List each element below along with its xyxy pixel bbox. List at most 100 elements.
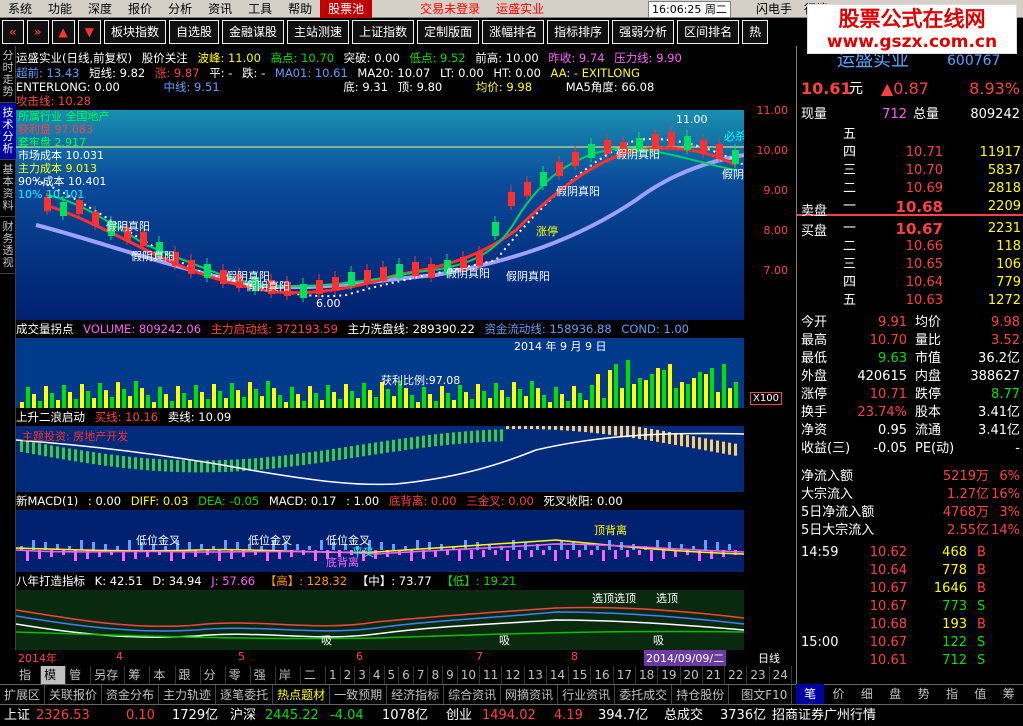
bottom-tab-10[interactable]: 岸边 [276,666,301,700]
strength-button[interactable]: 强弱分析 [612,20,675,44]
status-tab-8[interactable]: 综合资讯 [444,685,502,704]
right-tab-7[interactable]: 筹 [995,684,1023,704]
status-tab-0[interactable]: 扩展区 [0,685,46,704]
status-tab-4[interactable]: 逐笔委托 [216,685,274,704]
bottom-tab-4[interactable]: 筹码 [125,666,151,700]
bottom-tab-22[interactable]: 11 [480,666,503,684]
menu-depth[interactable]: 深度 [80,0,120,18]
price-change: ▲0.87 [881,79,929,98]
forward-double-button[interactable]: » [26,20,49,44]
hot-button[interactable]: 热 [742,20,769,44]
bottom-tab-35[interactable]: 24 [770,666,792,684]
bottom-tab-24[interactable]: 13 [525,666,547,684]
watch-label[interactable]: 股价关注 [142,51,188,65]
menu-function[interactable]: 功能 [40,0,80,18]
eight-chart[interactable]: 选顶选顶 选顶 吸 吸 吸 [16,590,744,650]
custom-layout-button[interactable]: 定制版面 [417,20,480,44]
menu-analysis[interactable]: 分析 [160,0,200,18]
macd-chart[interactable]: 低位金叉 低位金叉 低位金叉 顶背离 底背离 平叉 [16,510,744,572]
bottom-tab-34[interactable]: 23 [747,666,770,684]
status-tab-6[interactable]: 一致预期 [330,685,388,704]
right-tab-3[interactable]: 盘 [881,684,909,704]
bottom-tab-19[interactable]: 8 [428,666,444,684]
volume-scale-button[interactable]: X100 [750,392,782,405]
up-button[interactable]: ▲ [51,20,75,44]
period-day[interactable]: 日线 [758,650,780,666]
status-tab-5[interactable]: 热点题材 [273,685,331,704]
status-tab-9[interactable]: 网摘资讯 [501,685,559,704]
status-tab-12[interactable]: 持仓股份 [672,685,730,704]
bottom-tab-20[interactable]: 9 [443,666,458,684]
bottom-tab-17[interactable]: 6 [399,666,414,684]
status-tab-3[interactable]: 主力轨迹 [159,685,217,704]
bottom-tab-30[interactable]: 19 [658,666,681,684]
right-tab-2[interactable]: 细 [853,684,881,704]
speed-test-button[interactable]: 主站测速 [287,20,350,44]
bottom-tab-7[interactable]: 分布 [201,666,226,700]
back-double-button[interactable]: « [2,20,24,44]
bottom-tab-8[interactable]: 零轴 [226,666,251,700]
status-tab-7[interactable]: 经济指标 [387,685,445,704]
bottom-tab-21[interactable]: 10 [458,666,481,684]
bottom-tab-26[interactable]: 15 [569,666,592,684]
bottom-tab-0[interactable]: 指标 [16,666,42,700]
bottom-tab-12[interactable]: 1 [326,666,341,684]
tab-technical[interactable]: 技术分析 [0,103,16,160]
menu-news[interactable]: 资讯 [200,0,240,18]
bottom-tab-14[interactable]: 3 [355,666,370,684]
bottom-tab-5[interactable]: 本股 [150,666,176,700]
bottom-tab-9[interactable]: 强势 [251,666,276,700]
bottom-tab-15[interactable]: 4 [370,666,385,684]
right-tab-5[interactable]: 指 [938,684,966,704]
sh-index-button[interactable]: 上证指数 [352,20,415,44]
flash-trade-button[interactable]: 闪电手 [752,0,796,18]
bottom-tab-27[interactable]: 16 [591,666,614,684]
down-button[interactable]: ▼ [77,20,101,44]
status-tab-1[interactable]: 关联报价 [45,685,103,704]
finance-button[interactable]: 金融谋股 [222,20,285,44]
right-tab-6[interactable]: 值 [966,684,994,704]
bottom-tab-32[interactable]: 21 [703,666,726,684]
bottom-tab-23[interactable]: 12 [502,666,525,684]
bottom-tab-1[interactable]: 模板 [41,666,67,700]
price-chart[interactable]: 所属行业 全国地产 获利盘 97.083 套牢盘 2.917 市场成本 10.0… [16,110,744,320]
bottom-tab-2[interactable]: 管理 [66,666,92,700]
wave-chart[interactable]: 主题投资: 房地产开发 [16,426,744,492]
tab-basic-info[interactable]: 基本资料 [0,160,16,217]
bottom-tab-31[interactable]: 20 [681,666,703,684]
stat-value: 420615 [857,369,907,384]
bottom-tab-6[interactable]: 跟踪 [176,666,201,700]
bottom-tab-25[interactable]: 14 [547,666,570,684]
menu-quote[interactable]: 报价 [120,0,160,18]
right-tab-0[interactable]: 笔 [796,684,825,704]
menu-system[interactable]: 系统 [0,0,40,18]
volume-chart[interactable]: 2014 年 9 月 9 日 获利比例:97.08 [16,338,744,408]
tab-finance[interactable]: 财务透视 [0,217,16,274]
bottom-tab-29[interactable]: 18 [636,666,659,684]
volume-bar [560,394,564,408]
bottom-tab-16[interactable]: 5 [385,666,400,684]
status-tab-11[interactable]: 委托成交 [615,685,673,704]
menu-stock-pool[interactable]: 股票池 [320,0,373,18]
tab-intraday[interactable]: 分时走势 [0,46,16,103]
status-tab-10[interactable]: 行业资讯 [558,685,616,704]
bottom-tab-33[interactable]: 22 [725,666,748,684]
trade-login-status[interactable]: 交易未登录 [412,0,488,17]
bottom-tab-11[interactable]: 二浪 [301,666,326,700]
menu-tools[interactable]: 工具 [240,0,280,18]
bottom-tab-13[interactable]: 2 [341,666,356,684]
bottom-tab-18[interactable]: 7 [414,666,429,684]
range-rank-button[interactable]: 区间排名 [677,20,740,44]
bottom-tab-28[interactable]: 17 [614,666,636,684]
watchlist-button[interactable]: 自选股 [169,20,220,44]
bottom-tab-3[interactable]: 另存为 [91,666,126,700]
status-more-button[interactable]: 图文F10 [737,685,793,704]
status-tab-2[interactable]: 资金分布 [102,685,160,704]
indicator-sort-button[interactable]: 指标排序 [547,20,610,44]
right-tab-4[interactable]: 势 [910,684,938,704]
menu-help[interactable]: 帮助 [280,0,320,18]
gain-rank-button[interactable]: 涨幅排名 [482,20,545,44]
sector-index-button[interactable]: 板块指数 [104,20,167,44]
tick-volume: 122 [942,635,967,650]
right-tab-1[interactable]: 价 [824,684,852,704]
